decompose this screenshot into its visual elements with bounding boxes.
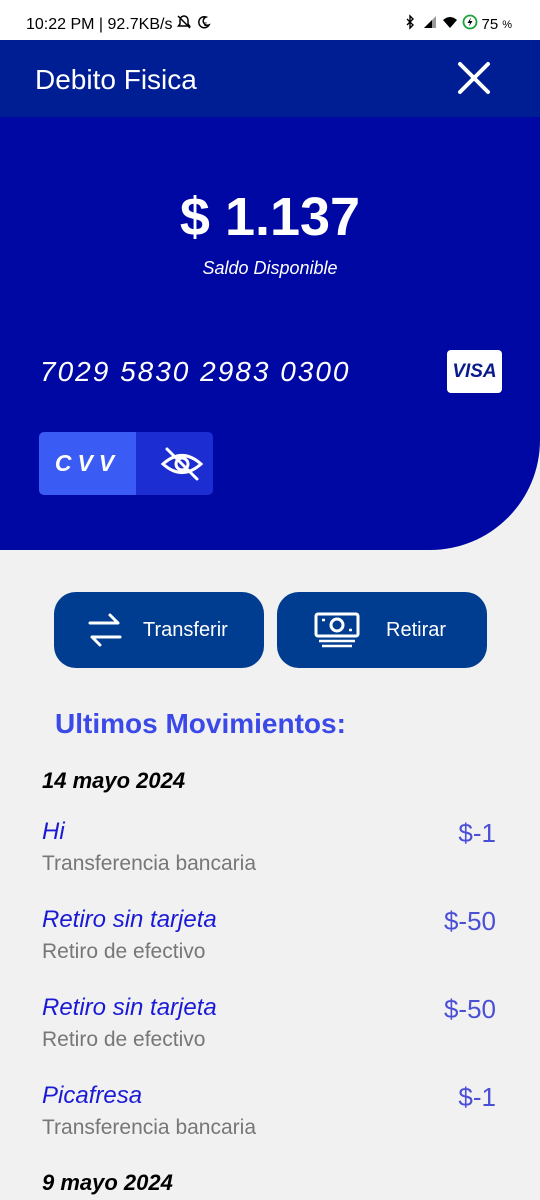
transfer-button[interactable]: Transferir xyxy=(54,592,264,668)
svg-text:z: z xyxy=(204,22,207,28)
transaction-name: Retiro sin tarjeta xyxy=(42,906,217,933)
date-heading: 14 mayo 2024 xyxy=(42,768,186,793)
swap-arrows-icon xyxy=(88,613,122,647)
status-right: 75% xyxy=(402,14,512,35)
cash-icon xyxy=(314,612,360,648)
battery-unit: % xyxy=(502,18,512,31)
transaction-type: Retiro de efectivo xyxy=(42,940,206,963)
eye-off-icon xyxy=(160,447,204,481)
signal-icon xyxy=(422,14,438,35)
visa-logo: VISA xyxy=(447,350,502,393)
alarm-icon: z xyxy=(196,14,212,35)
card-panel: $ 1.137 Saldo Disponible 7029 5830 2983 … xyxy=(0,117,540,550)
page-title: Debito Fisica xyxy=(35,64,197,95)
card-number: 7029 5830 2983 0300 xyxy=(40,356,351,387)
transaction-amount: $-50 xyxy=(443,994,496,1024)
transaction-type: Transferencia bancaria xyxy=(42,852,256,875)
withdraw-label: Retirar xyxy=(386,619,447,641)
transaction-name: Retiro sin tarjeta xyxy=(42,994,217,1021)
transaction-name: Picafresa xyxy=(42,1082,143,1109)
transaction-type: Transferencia bancaria xyxy=(42,1116,256,1139)
list-item[interactable]: Hi Transferencia bancaria $-1 xyxy=(42,818,500,888)
balance-amount: $ 1.137 xyxy=(179,187,361,247)
transaction-type: Retiro de efectivo xyxy=(42,1028,206,1051)
date-heading: 9 mayo 2024 xyxy=(42,1170,173,1195)
battery-charging-icon xyxy=(462,14,478,35)
transaction-amount: $-50 xyxy=(443,906,496,936)
list-item[interactable]: Retiro sin tarjeta Retiro de efectivo $-… xyxy=(42,994,500,1064)
status-left: 10:22 PM | 92.7KB/s z xyxy=(26,14,212,35)
bluetooth-icon xyxy=(402,14,418,35)
transfer-label: Transferir xyxy=(143,619,228,641)
battery-level: 75 xyxy=(481,16,499,33)
mute-icon xyxy=(176,14,192,35)
transaction-amount: $-1 xyxy=(458,1082,496,1112)
status-time-speed: 10:22 PM | 92.7KB/s xyxy=(26,15,173,33)
transaction-amount: $-1 xyxy=(458,818,496,848)
movements-title: Ultimos Movimientos: xyxy=(55,708,346,739)
list-item[interactable]: Retiro sin tarjeta Retiro de efectivo $-… xyxy=(42,906,500,976)
withdraw-button[interactable]: Retirar xyxy=(277,592,487,668)
balance-label: Saldo Disponible xyxy=(202,258,338,278)
cvv-label: CVV xyxy=(39,432,136,495)
cvv-visibility-toggle[interactable] xyxy=(159,443,205,485)
wifi-icon xyxy=(442,14,458,35)
close-icon xyxy=(458,62,490,94)
list-item[interactable]: Picafresa Transferencia bancaria $-1 xyxy=(42,1082,500,1152)
transaction-name: Hi xyxy=(42,818,65,845)
status-bar: 10:22 PM | 92.7KB/s z 75% xyxy=(0,0,540,40)
cvv-group: CVV xyxy=(39,432,213,495)
close-button[interactable] xyxy=(452,56,496,100)
